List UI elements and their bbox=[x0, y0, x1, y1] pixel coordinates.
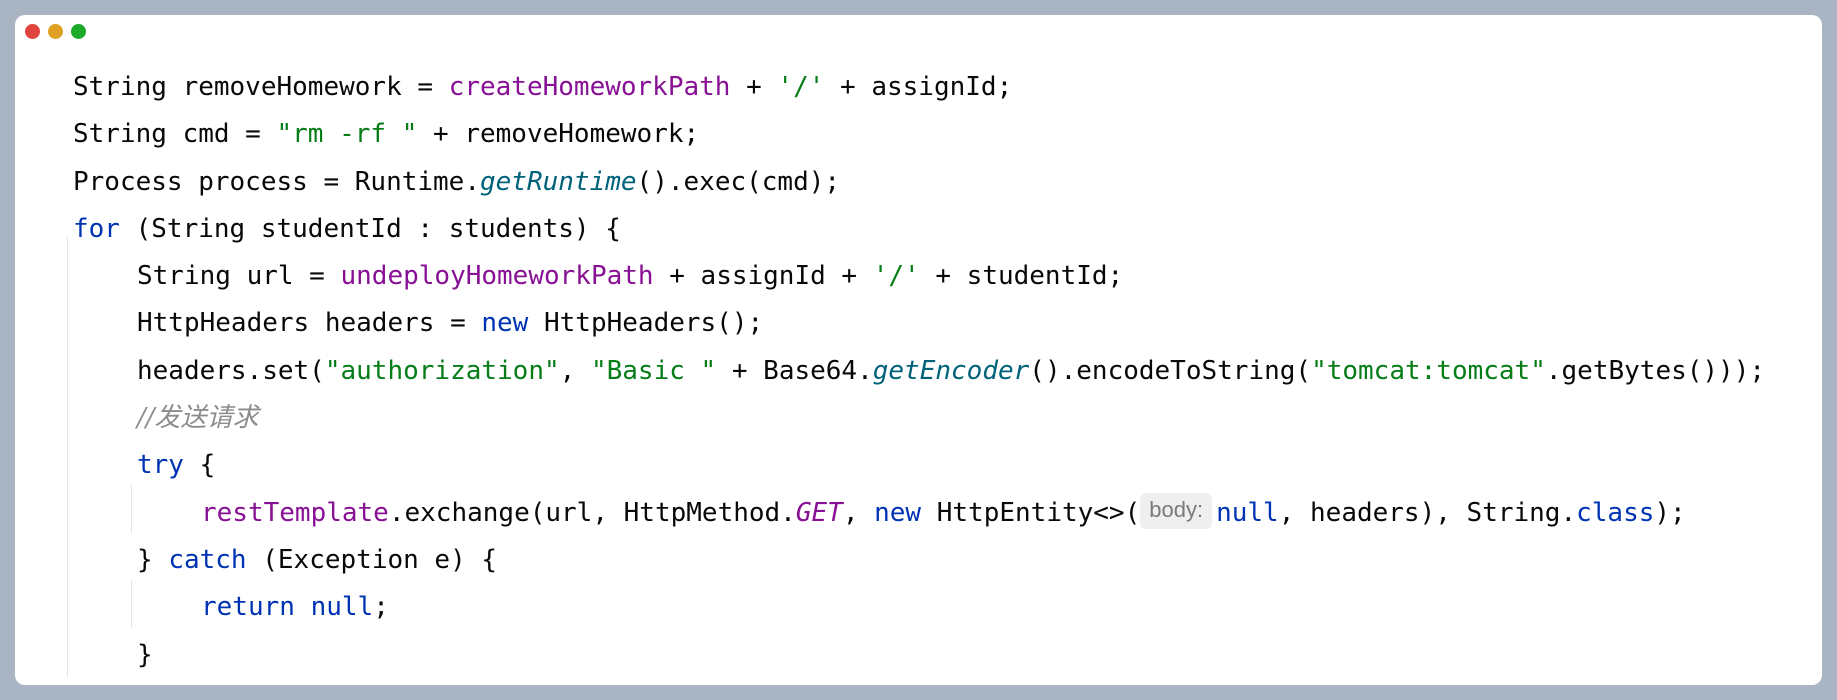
static-method-token: getRuntime bbox=[480, 166, 637, 197]
string-token: "Basic " bbox=[590, 355, 717, 386]
static-method-token: getEncoder bbox=[872, 355, 1030, 386]
field-token: restTemplate bbox=[201, 497, 389, 528]
code-text: { bbox=[183, 450, 216, 481]
code-text: + bbox=[730, 72, 778, 102]
code-line-9: try { bbox=[15, 442, 1822, 489]
keyword-token: null bbox=[1216, 497, 1279, 528]
code-text: ); bbox=[1654, 497, 1686, 528]
code-line-8: //发送请求 bbox=[15, 395, 1822, 442]
code-line-2: String cmd = "rm -rf " + removeHomework; bbox=[15, 111, 1822, 158]
string-token: '/' bbox=[872, 261, 920, 292]
code-text: Process process = Runtime. bbox=[73, 166, 480, 197]
code-text: } bbox=[137, 544, 169, 575]
code-text: ().exec(cmd); bbox=[636, 166, 841, 197]
code-line-5: String url = undeployHomeworkPath + assi… bbox=[15, 253, 1822, 300]
code-line-13: } bbox=[15, 632, 1822, 679]
code-line-3: Process process = Runtime.getRuntime().e… bbox=[15, 159, 1822, 206]
code-text: HttpEntity<>( bbox=[921, 497, 1141, 528]
field-token: createHomeworkPath bbox=[448, 72, 731, 102]
parameter-hint: body: bbox=[1140, 493, 1213, 530]
field-token: undeployHomeworkPath bbox=[340, 261, 654, 292]
code-line-6: HttpHeaders headers = new HttpHeaders(); bbox=[15, 300, 1822, 347]
minimize-button[interactable] bbox=[48, 24, 63, 39]
code-text: HttpHeaders(); bbox=[528, 308, 764, 339]
static-field-token: GET bbox=[795, 497, 843, 528]
code-line-11: } catch (Exception e) { bbox=[15, 537, 1822, 584]
code-line-4: for (String studentId : students) { bbox=[15, 206, 1822, 253]
keyword-token: new bbox=[874, 497, 922, 528]
keyword-token: new bbox=[481, 308, 529, 339]
code-text: ().encodeToString( bbox=[1029, 355, 1312, 386]
code-text: , bbox=[842, 497, 875, 528]
code-text: String removeHomework = bbox=[73, 72, 449, 102]
code-text: , headers), String. bbox=[1278, 497, 1577, 528]
string-token: '/' bbox=[777, 72, 825, 102]
code-text: } bbox=[137, 639, 153, 670]
keyword-token: for bbox=[73, 213, 120, 244]
code-text: headers.set( bbox=[137, 355, 325, 386]
keyword-token: try bbox=[137, 450, 184, 481]
code-text: ; bbox=[373, 592, 389, 623]
code-text: , bbox=[559, 355, 591, 386]
string-token: "rm -rf " bbox=[276, 119, 418, 150]
string-token: "authorization" bbox=[324, 355, 560, 386]
close-button[interactable] bbox=[25, 24, 40, 39]
code-line-12: return null; bbox=[15, 584, 1822, 631]
code-line-1: String removeHomework = createHomeworkPa… bbox=[15, 64, 1822, 111]
code-text: HttpHeaders headers = bbox=[137, 308, 482, 339]
code-text: + removeHomework; bbox=[417, 119, 700, 150]
string-token: "tomcat:tomcat" bbox=[1311, 355, 1546, 386]
code-text: String url = bbox=[137, 261, 341, 292]
code-text: (String studentId : students) { bbox=[119, 213, 621, 244]
code-editor: String removeHomework = createHomeworkPa… bbox=[15, 64, 1822, 679]
zoom-button[interactable] bbox=[71, 24, 86, 39]
code-text: + assignId + bbox=[653, 261, 873, 292]
code-line-10: restTemplate.exchange(url, HttpMethod.GE… bbox=[15, 490, 1822, 537]
code-text: .exchange(url, HttpMethod. bbox=[388, 497, 796, 528]
comment-token: //发送请求 bbox=[137, 403, 259, 434]
code-text: + Base64. bbox=[716, 355, 873, 386]
code-line-7: headers.set("authorization", "Basic " + … bbox=[15, 348, 1822, 395]
code-window: String removeHomework = createHomeworkPa… bbox=[15, 15, 1822, 685]
code-text: String cmd = bbox=[73, 119, 277, 150]
code-text: (Exception e) { bbox=[246, 544, 498, 575]
code-text: + assignId; bbox=[824, 72, 1013, 102]
code-text: + studentId; bbox=[919, 261, 1124, 292]
keyword-token: null bbox=[310, 592, 374, 623]
keyword-token: catch bbox=[168, 544, 247, 575]
keyword-token: class bbox=[1576, 497, 1655, 528]
keyword-token: return bbox=[201, 592, 295, 623]
code-text: .getBytes())); bbox=[1545, 355, 1766, 386]
